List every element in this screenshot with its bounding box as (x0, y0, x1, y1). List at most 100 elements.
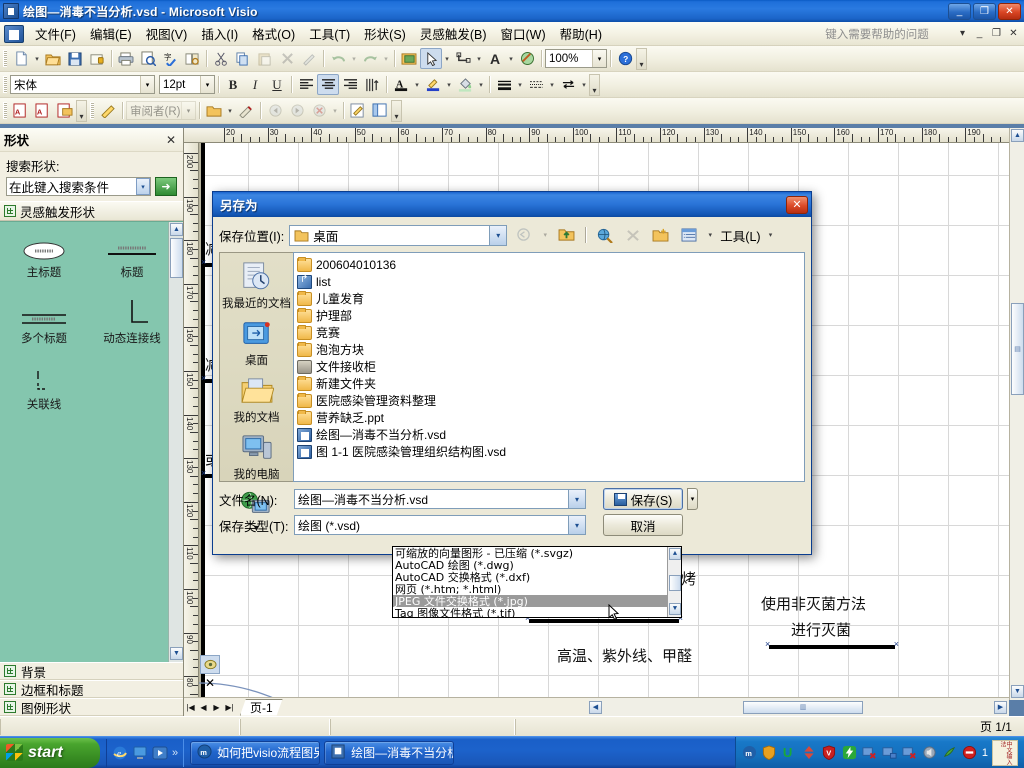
tools-dropdown-icon[interactable]: ▾ (766, 225, 776, 246)
nav-last-page-icon[interactable]: ▶| (223, 700, 236, 715)
views-dropdown-icon[interactable]: ▾ (705, 225, 715, 246)
new-document-icon[interactable] (10, 48, 32, 69)
reviewing-pane-icon[interactable] (369, 100, 391, 121)
look-in-combo[interactable]: 桌面 ▾ (289, 224, 508, 246)
filename-dropdown-icon[interactable]: ▾ (568, 490, 585, 508)
stencil-item-legend-shapes[interactable]: 图例形状 (0, 698, 183, 716)
line-weight-dropdown-icon[interactable]: ▾ (515, 74, 525, 95)
scroll-down-icon[interactable]: ▼ (1011, 685, 1024, 698)
menu-help[interactable]: 帮助(H) (553, 21, 609, 46)
canvas-horizontal-scrollbar[interactable]: ◀ ▥ ▶ (588, 697, 1009, 716)
scroll-left-icon[interactable]: ◀ (589, 700, 602, 714)
line-pattern-icon[interactable] (525, 74, 547, 95)
spelling-check-icon[interactable]: 字 (159, 48, 181, 69)
stencil-scroll-down-icon[interactable]: ▼ (170, 647, 183, 660)
connector-tool-icon[interactable] (452, 48, 474, 69)
dropdown-scroll-down-icon[interactable]: ▼ (669, 603, 681, 615)
quick-launch-more-icon[interactable]: » (172, 747, 178, 759)
pdf-convert-icon[interactable]: A (32, 100, 54, 121)
font-name-combo[interactable]: 宋体 ▾ (10, 75, 155, 94)
vertical-scroll-thumb[interactable]: ▤ (1011, 303, 1024, 395)
print-icon[interactable] (115, 48, 137, 69)
views-icon[interactable] (677, 225, 700, 246)
font-color-icon[interactable]: A (390, 74, 412, 95)
menu-view[interactable]: 视图(V) (139, 21, 195, 46)
filename-input[interactable]: 绘图—消毒不当分析.vsd ▾ (294, 489, 586, 509)
look-in-dropdown-icon[interactable]: ▾ (489, 225, 507, 245)
updown-tray-icon[interactable] (802, 745, 818, 761)
paste-icon[interactable] (254, 48, 276, 69)
show-desktop-icon[interactable] (132, 745, 148, 761)
redo-dropdown-icon[interactable]: ▾ (381, 48, 391, 69)
bold-button[interactable]: B (222, 74, 244, 95)
cancel-button[interactable]: 取消 (603, 514, 683, 536)
nav-first-page-icon[interactable]: |◀ (184, 700, 197, 715)
font-size-dropdown-icon[interactable]: ▾ (200, 76, 214, 93)
help-question-input[interactable]: 键入需要帮助的问题 (802, 26, 952, 42)
diagram-label-6[interactable]: 使用非灭菌方法 (761, 593, 866, 614)
file-row[interactable]: 营养缺乏.ppt (297, 409, 804, 426)
research-icon[interactable] (181, 48, 203, 69)
file-row[interactable]: 泡泡方块 (297, 341, 804, 358)
font-color-dropdown-icon[interactable]: ▾ (412, 74, 422, 95)
text-tool-dropdown-icon[interactable]: ▾ (506, 48, 516, 69)
delete-icon[interactable] (276, 48, 298, 69)
toolbar-options-arrow[interactable]: ▾ (956, 27, 969, 41)
green-tray-icon[interactable] (942, 745, 958, 761)
pdf-overflow-button[interactable]: ▾ (76, 99, 87, 122)
underline-button[interactable]: U (266, 74, 288, 95)
review-overflow-button[interactable]: ▾ (391, 99, 402, 122)
doc-restore-button[interactable]: ❐ (990, 27, 1003, 41)
master-shape-main-topic[interactable]: 主标题 (0, 228, 88, 280)
menu-brainstorming[interactable]: 灵感触发(B) (413, 21, 494, 46)
stencil-scrollbar[interactable]: ▲ ▼ (168, 222, 183, 662)
page-tab-1[interactable]: 页-1 (240, 699, 283, 716)
track-markup-icon[interactable] (347, 100, 369, 121)
network3-tray-icon[interactable] (902, 745, 918, 761)
delete-file-icon[interactable] (621, 225, 644, 246)
help-icon[interactable]: ? (614, 48, 636, 69)
file-row[interactable]: 图 1-1 医院感染管理组织结构图.vsd (297, 443, 804, 460)
minimize-button[interactable]: _ (948, 2, 971, 20)
filetype-combo[interactable]: 绘图 (*.vsd) ▾ (294, 515, 586, 535)
doc-minimize-button[interactable]: _ (973, 27, 986, 41)
stencil-item-borders-titles[interactable]: 边框和标题 (0, 680, 183, 698)
antivirus-tray-icon[interactable]: V (822, 744, 838, 761)
save-options-dropdown-icon[interactable]: ▾ (687, 488, 698, 510)
print-preview-icon[interactable] (137, 48, 159, 69)
line-color-dropdown-icon[interactable]: ▾ (444, 74, 454, 95)
file-row[interactable]: 护理部 (297, 307, 804, 324)
close-pan-zoom-icon[interactable]: ✕ (200, 674, 220, 692)
text-tool-icon[interactable]: A (484, 48, 506, 69)
block-tray-icon[interactable] (962, 745, 978, 761)
align-right-button[interactable] (339, 74, 361, 95)
reviewer-dropdown-icon[interactable]: ▾ (181, 102, 195, 119)
toolbar-grip[interactable] (3, 102, 7, 119)
undo-dropdown-icon[interactable]: ▾ (349, 48, 359, 69)
line-weight-icon[interactable] (493, 74, 515, 95)
shapes-window-icon[interactable] (398, 48, 420, 69)
media-player-icon[interactable] (152, 745, 168, 761)
menu-tools[interactable]: 工具(T) (302, 21, 357, 46)
horizontal-scroll-thumb[interactable]: ▥ (743, 700, 863, 714)
fill-color-dropdown-icon[interactable]: ▾ (476, 74, 486, 95)
shape-search-dropdown-icon[interactable]: ▾ (136, 178, 150, 195)
stencil-item-background[interactable]: 背景 (0, 662, 183, 680)
toolbar-grip[interactable] (3, 76, 7, 93)
fishbone-branch-bar[interactable] (525, 613, 683, 623)
markup-pen-icon[interactable] (97, 100, 119, 121)
place-my-documents[interactable]: 我的文档 (221, 373, 293, 425)
ink-folder-icon[interactable] (203, 100, 225, 121)
master-shape-dynamic-connector[interactable]: 动态连接线 (88, 294, 176, 346)
line-ends-icon[interactable] (557, 74, 579, 95)
open-file-icon[interactable] (42, 48, 64, 69)
place-recent-documents[interactable]: 我最近的文档 (221, 259, 293, 311)
sound-tray-icon[interactable] (922, 745, 938, 761)
zoom-combo[interactable]: 100% ▾ (545, 49, 607, 68)
pdf-create-icon[interactable]: A (10, 100, 32, 121)
line-ends-dropdown-icon[interactable]: ▾ (579, 74, 589, 95)
place-desktop[interactable]: 桌面 (221, 316, 293, 368)
shape-search-go-button[interactable]: ➜ (155, 177, 177, 196)
network2-tray-icon[interactable] (882, 745, 898, 761)
pointer-tool-icon[interactable] (420, 48, 442, 69)
